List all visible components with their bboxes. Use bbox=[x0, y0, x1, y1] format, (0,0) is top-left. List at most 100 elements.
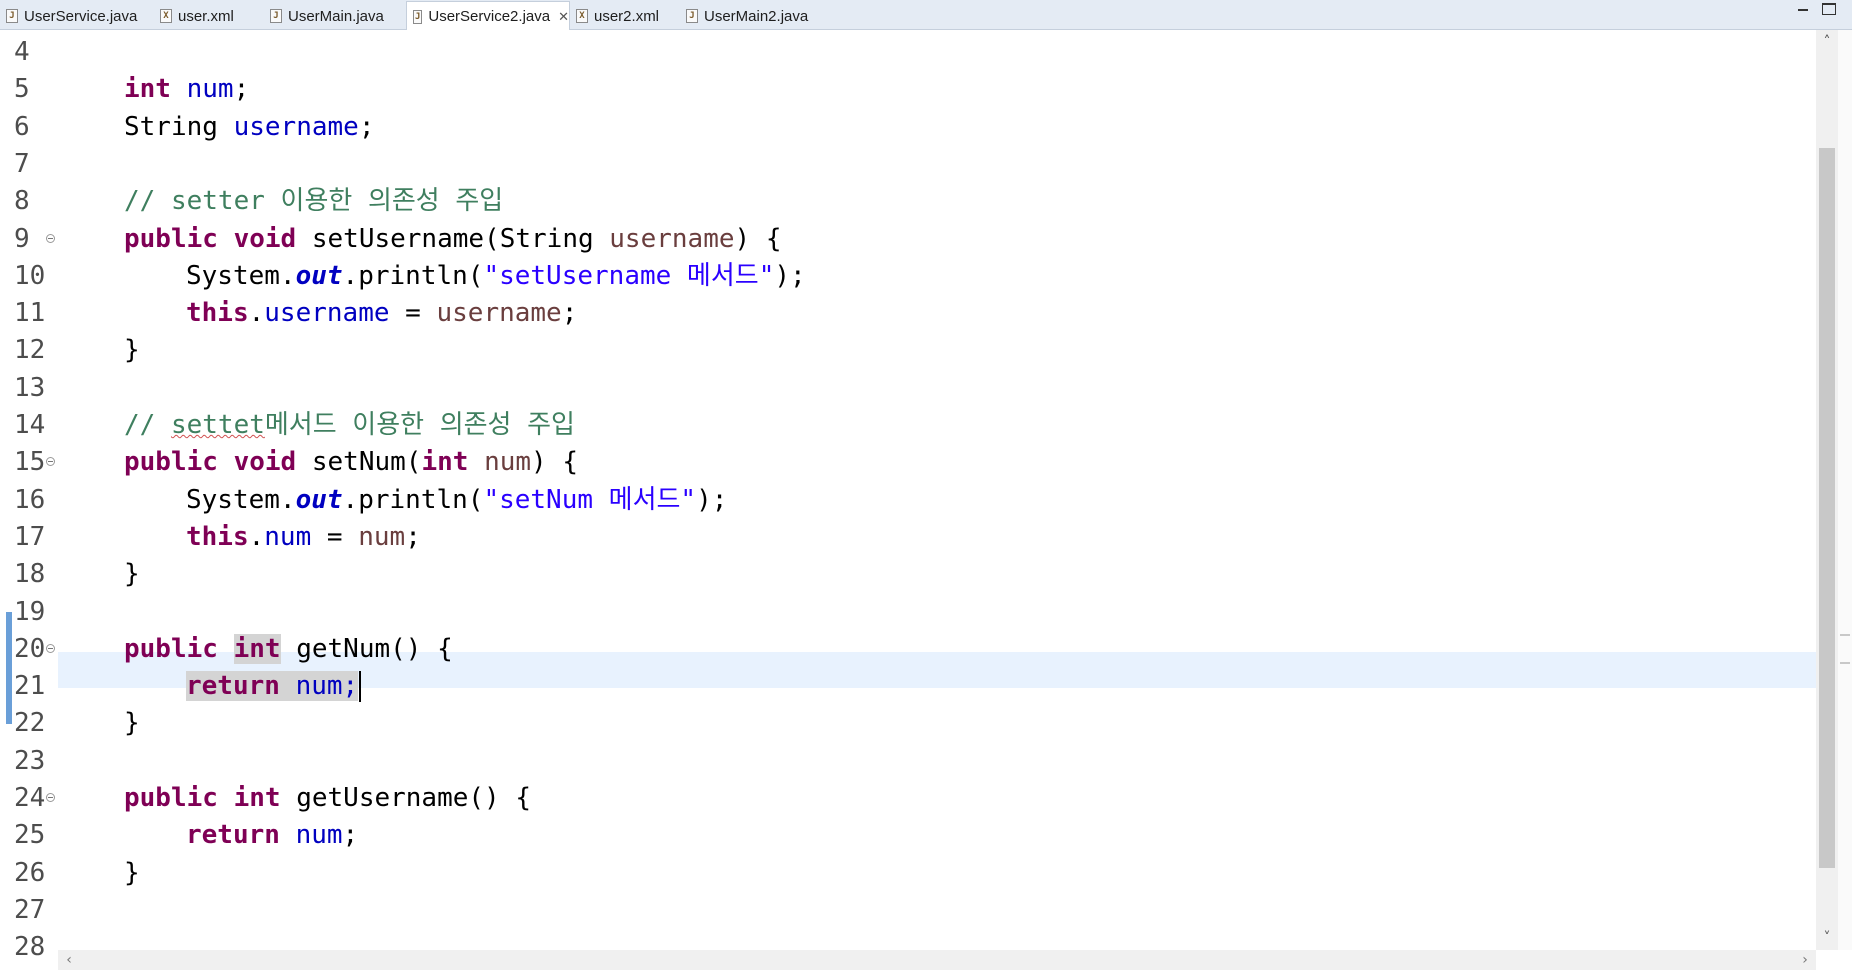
code-token: setNum( bbox=[311, 447, 422, 478]
tab-user2-xml[interactable]: X user2.xml bbox=[570, 2, 680, 30]
java-file-icon: J bbox=[686, 9, 698, 23]
line-number: 26 bbox=[14, 857, 46, 888]
fold-collapse-icon[interactable] bbox=[46, 233, 55, 243]
code-line[interactable]: 24 public int getUsername() { bbox=[0, 780, 1810, 817]
code-token: username bbox=[436, 298, 562, 329]
code-token: String bbox=[124, 111, 234, 142]
line-number: 6 bbox=[14, 111, 30, 142]
code-token: username bbox=[264, 298, 390, 329]
code-line[interactable]: 25 return num; bbox=[0, 817, 1810, 854]
tab-userservice-java[interactable]: J UserService.java bbox=[0, 2, 154, 30]
code-token: this bbox=[186, 521, 249, 552]
line-number: 19 bbox=[14, 596, 46, 627]
code-line[interactable]: 13 bbox=[0, 370, 1810, 407]
code-line[interactable]: 8 // setter 이용한 의존성 주입 bbox=[0, 183, 1810, 220]
tab-label: user2.xml bbox=[594, 7, 660, 25]
code-line[interactable]: 26} bbox=[0, 855, 1810, 892]
code-line[interactable]: 23 bbox=[0, 743, 1810, 780]
fold-collapse-icon[interactable] bbox=[46, 793, 55, 802]
overview-ruler[interactable] bbox=[1838, 30, 1852, 950]
line-number: 11 bbox=[14, 298, 46, 329]
code-token: public bbox=[124, 633, 234, 664]
code-line[interactable]: 14 // settet메서드 이용한 의존성 주입 bbox=[0, 407, 1810, 444]
code-line[interactable]: 18} bbox=[0, 556, 1810, 593]
code-line[interactable]: 12} bbox=[0, 332, 1810, 369]
code-text: // settet메서드 이용한 의존성 주입 bbox=[124, 407, 575, 444]
code-token: } bbox=[124, 857, 140, 888]
code-token: out bbox=[295, 260, 343, 291]
close-tab-icon[interactable]: ✕ bbox=[558, 9, 569, 25]
code-line[interactable]: 20 public int getNum() { bbox=[0, 631, 1810, 668]
code-token: public bbox=[124, 223, 234, 254]
code-line[interactable]: 16 System.out.println("setNum 메서드"); bbox=[0, 482, 1810, 519]
java-file-icon: J bbox=[413, 9, 423, 24]
code-token: int bbox=[124, 74, 187, 105]
code-line[interactable]: 10 System.out.println("setUsername 메서드"); bbox=[0, 258, 1810, 295]
code-line[interactable]: 4 bbox=[0, 34, 1810, 71]
code-token: void bbox=[233, 447, 312, 478]
code-text: return num; bbox=[186, 817, 358, 854]
code-line[interactable]: 15 public void setNum(int num) { bbox=[0, 444, 1810, 481]
scroll-up-icon[interactable]: ˄ bbox=[1821, 35, 1833, 49]
xml-file-icon: X bbox=[160, 9, 172, 23]
code-token: // bbox=[124, 410, 171, 440]
fold-collapse-icon[interactable] bbox=[46, 643, 55, 653]
code-token: ); bbox=[774, 260, 806, 291]
scroll-left-icon[interactable]: ‹ bbox=[62, 953, 76, 967]
code-token: num bbox=[358, 521, 406, 552]
code-token: = bbox=[389, 298, 437, 329]
code-token: ; bbox=[405, 521, 421, 552]
code-token: num bbox=[484, 447, 532, 478]
vertical-scrollbar[interactable]: ˄ ˅ bbox=[1816, 30, 1838, 950]
line-number: 23 bbox=[14, 745, 46, 776]
java-file-icon: J bbox=[270, 9, 282, 23]
code-token: System. bbox=[186, 484, 296, 515]
tab-usermain2-java[interactable]: J UserMain2.java bbox=[680, 2, 830, 30]
code-token: out bbox=[295, 484, 343, 515]
line-number: 16 bbox=[14, 484, 46, 515]
scroll-down-icon[interactable]: ˅ bbox=[1821, 931, 1833, 945]
scroll-right-icon[interactable]: › bbox=[1798, 953, 1812, 967]
code-token: int bbox=[421, 447, 485, 478]
horizontal-scrollbar[interactable]: ‹ › bbox=[58, 950, 1816, 970]
code-token: setUsername(String bbox=[311, 223, 610, 254]
line-number: 14 bbox=[14, 410, 46, 440]
code-token: ; bbox=[561, 298, 578, 329]
line-number: 21 bbox=[14, 671, 46, 702]
code-editor[interactable]: 4 5 int num; 6 String username; 7 8 // setter 이… bbox=[0, 30, 1852, 962]
tab-userservice2-java[interactable]: J UserService2.java ✕ bbox=[406, 1, 570, 31]
code-token: "setUsername 메서드" bbox=[483, 260, 775, 291]
occurrence-marker[interactable] bbox=[1840, 634, 1850, 636]
minimize-icon[interactable] bbox=[1796, 3, 1810, 15]
code-token: } bbox=[124, 559, 140, 590]
code-token: ; bbox=[233, 74, 250, 105]
tab-usermain-java[interactable]: J UserMain.java bbox=[264, 2, 406, 30]
code-line[interactable]: 5 int num; bbox=[0, 71, 1810, 108]
code-token: System. bbox=[186, 260, 296, 291]
maximize-icon[interactable] bbox=[1822, 3, 1836, 15]
vertical-scroll-thumb[interactable] bbox=[1819, 148, 1835, 868]
tab-user-xml[interactable]: X user.xml bbox=[154, 2, 264, 30]
line-number: 28 bbox=[14, 932, 46, 963]
code-token: . bbox=[248, 298, 265, 329]
code-line[interactable]: 19 bbox=[0, 594, 1810, 631]
code-line[interactable]: 21 return num; bbox=[0, 668, 1810, 705]
line-number: 7 bbox=[14, 148, 30, 179]
line-number: 18 bbox=[14, 559, 46, 590]
code-line[interactable]: 17 this.num = num; bbox=[0, 519, 1810, 556]
code-line[interactable]: 27 bbox=[0, 892, 1810, 929]
occurrence-marker[interactable] bbox=[1840, 662, 1850, 664]
code-line[interactable]: 6 String username; bbox=[0, 109, 1810, 146]
code-line[interactable]: 11 this.username = username; bbox=[0, 295, 1810, 332]
code-token: num; bbox=[295, 671, 359, 702]
code-text: this.num = num; bbox=[186, 519, 421, 556]
code-line[interactable]: 22} bbox=[0, 705, 1810, 742]
tab-label: UserService2.java bbox=[428, 8, 551, 25]
code-token: 메서드 이용한 의존성 주입 bbox=[264, 410, 575, 440]
code-token: public bbox=[124, 783, 234, 813]
code-token: ; bbox=[342, 820, 359, 851]
code-token: = bbox=[311, 521, 359, 552]
code-line[interactable]: 9 public void setUsername(String username… bbox=[0, 221, 1810, 258]
line-number: 13 bbox=[14, 372, 46, 403]
code-line[interactable]: 7 bbox=[0, 146, 1810, 183]
